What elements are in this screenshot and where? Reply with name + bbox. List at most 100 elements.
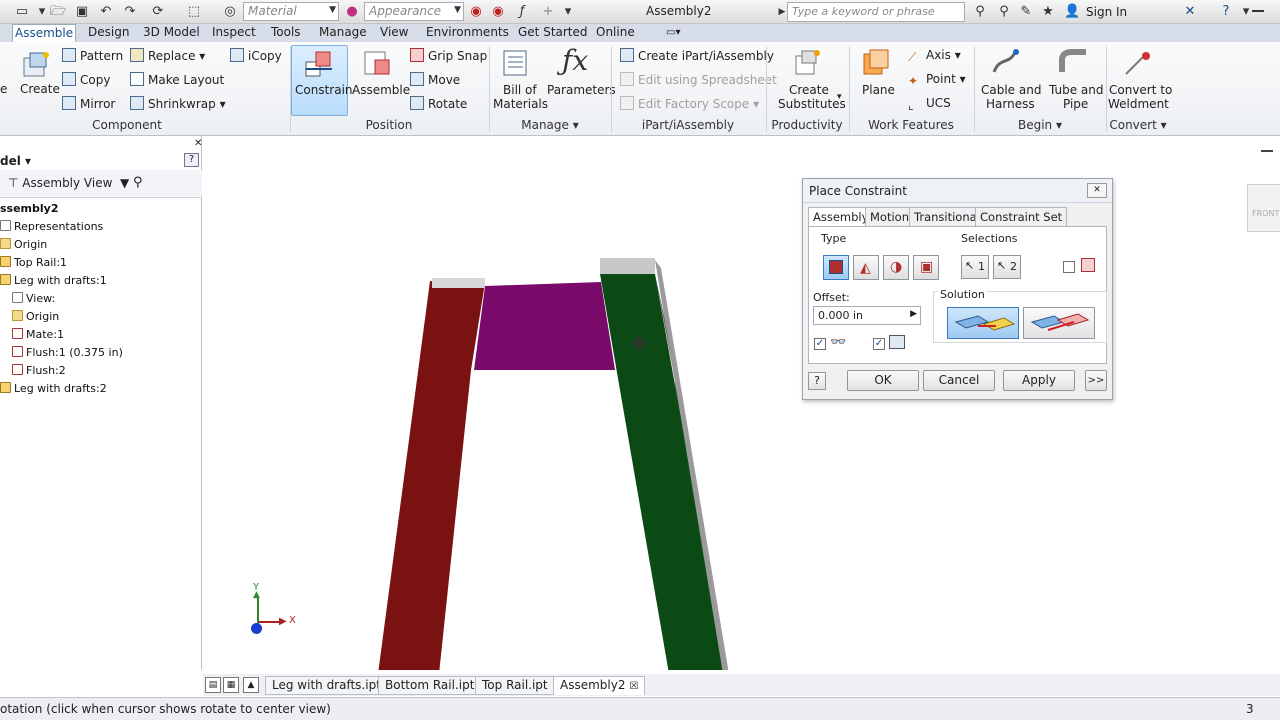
grip-snap-button[interactable]: Grip Snap bbox=[410, 48, 487, 63]
close-icon[interactable]: ✕ bbox=[1087, 183, 1107, 198]
cable-line2[interactable]: Harness bbox=[986, 97, 1035, 111]
close-icon[interactable]: ✕ bbox=[194, 138, 202, 149]
fx-icon[interactable]: ƒ bbox=[514, 4, 530, 20]
select-icon[interactable]: ⬚ bbox=[186, 4, 202, 20]
viewcube[interactable]: FRONT bbox=[1247, 184, 1280, 232]
cable-line1[interactable]: Cable and bbox=[981, 83, 1041, 97]
tab-manage[interactable]: Manage bbox=[317, 24, 369, 42]
new-file-icon[interactable]: ▭ bbox=[14, 4, 30, 20]
assemble-icon[interactable] bbox=[361, 48, 393, 78]
productivity-line2[interactable]: Substitutes bbox=[778, 97, 846, 111]
tree-item[interactable]: Top Rail:1 bbox=[0, 256, 67, 269]
close-icon[interactable]: ☒ bbox=[629, 681, 638, 692]
more-button[interactable]: >> bbox=[1085, 370, 1107, 391]
search-input[interactable]: Type a keyword or phrase bbox=[787, 2, 965, 22]
close-x-icon[interactable]: ✕ bbox=[1182, 4, 1198, 20]
left-leg[interactable] bbox=[378, 281, 485, 670]
predict-offset-checkbox[interactable]: ✓ bbox=[873, 338, 885, 350]
material-combo[interactable]: Material ▼ bbox=[243, 2, 339, 21]
undo-icon[interactable]: ↶ bbox=[98, 4, 114, 20]
dialog-titlebar[interactable]: Place Constraint ✕ bbox=[803, 179, 1112, 203]
create-component-icon[interactable] bbox=[20, 50, 52, 80]
shrinkwrap-button[interactable]: Shrinkwrap ▾ bbox=[130, 96, 226, 111]
productivity-line1[interactable]: Create bbox=[789, 83, 829, 97]
selection-1-button[interactable]: ↖ 1 bbox=[961, 255, 989, 279]
chevron-right-icon[interactable]: ▶ bbox=[910, 309, 917, 319]
doc-tab-bottom-rail[interactable]: Bottom Rail.ipt bbox=[378, 676, 482, 695]
tree-item[interactable]: View: bbox=[12, 292, 55, 305]
mate-type-button[interactable] bbox=[823, 255, 849, 280]
ok-button[interactable]: OK bbox=[847, 370, 919, 391]
save-icon[interactable]: ▣ bbox=[74, 4, 90, 20]
pick-part-first-checkbox[interactable] bbox=[1063, 261, 1075, 273]
plane-button[interactable]: Plane bbox=[862, 83, 895, 97]
tools-icon[interactable]: ✎ bbox=[1018, 4, 1034, 20]
open-folder-icon[interactable]: 🗁 bbox=[50, 4, 66, 20]
show-preview-checkbox[interactable]: ✓ bbox=[814, 338, 826, 350]
chevron-up-icon[interactable]: ▲ bbox=[243, 677, 259, 693]
minimize-icon[interactable] bbox=[1252, 10, 1264, 12]
tube-line1[interactable]: Tube and bbox=[1049, 83, 1104, 97]
doc-tab-leg[interactable]: Leg with drafts.ipt bbox=[265, 676, 388, 695]
bill-of-materials-icon[interactable] bbox=[501, 48, 533, 78]
create-ipart-button[interactable]: Create iPart/iAssembly bbox=[620, 48, 774, 63]
make-layout-button[interactable]: Make Layout bbox=[130, 72, 224, 87]
point-button[interactable]: ✦ Point ▾ bbox=[908, 72, 966, 89]
tab-get-started[interactable]: Get Started bbox=[516, 24, 590, 42]
rotate-button[interactable]: Rotate bbox=[410, 96, 467, 111]
minimize-icon[interactable] bbox=[1261, 150, 1273, 152]
browser-title[interactable]: del ▾ bbox=[0, 154, 31, 168]
group-label-convert[interactable]: Convert ▾ bbox=[1108, 118, 1168, 132]
tab-3d-model[interactable]: 3D Model bbox=[141, 24, 202, 42]
bom-line1[interactable]: Bill of bbox=[503, 83, 537, 97]
help-icon[interactable]: ? bbox=[1218, 4, 1234, 20]
tree-item[interactable]: Origin bbox=[0, 238, 47, 251]
customize-icon[interactable]: ▾ bbox=[560, 4, 576, 20]
star-icon[interactable]: ★ bbox=[1040, 4, 1056, 20]
tab-environments[interactable]: Environments bbox=[424, 24, 511, 42]
mirror-button[interactable]: Mirror bbox=[62, 96, 115, 111]
tab-assemble[interactable]: Assemble bbox=[12, 24, 77, 42]
cable-harness-icon[interactable] bbox=[990, 46, 1022, 76]
graphics-viewport[interactable]: ✥ ▲ Y ▶ X FRONT bbox=[203, 136, 1280, 670]
appearance-combo[interactable]: Appearance ▼ bbox=[364, 2, 464, 21]
tab-online[interactable]: Online bbox=[594, 24, 637, 42]
plane-icon[interactable] bbox=[860, 48, 892, 78]
ribbon-options-icon[interactable]: ▭▾ bbox=[664, 24, 682, 42]
axis-button[interactable]: ⟋ Axis ▾ bbox=[908, 48, 961, 65]
cascade-windows-icon[interactable]: ▦ bbox=[223, 677, 239, 693]
tab-design[interactable]: Design bbox=[86, 24, 131, 42]
place-button-partial[interactable]: e bbox=[0, 82, 7, 96]
model-canvas[interactable] bbox=[203, 136, 1280, 670]
mate-solution-button[interactable] bbox=[947, 307, 1019, 339]
help-icon[interactable]: ? bbox=[808, 372, 826, 390]
tangent-type-button[interactable]: ◑ bbox=[883, 255, 909, 280]
right-leg[interactable] bbox=[600, 274, 727, 670]
tab-inspect[interactable]: Inspect bbox=[210, 24, 258, 42]
tab-view[interactable]: View bbox=[378, 24, 410, 42]
edit-spreadsheet-button[interactable]: Edit using Spreadsheet bbox=[620, 72, 777, 87]
help-icon[interactable]: ? bbox=[184, 153, 199, 167]
sign-in-link[interactable]: Sign In bbox=[1086, 5, 1127, 19]
group-label-begin[interactable]: Begin ▾ bbox=[976, 118, 1104, 132]
tile-windows-icon[interactable]: ▤ bbox=[205, 677, 221, 693]
view-mode-dropdown[interactable]: ⊤ Assembly View ▼ bbox=[8, 176, 129, 190]
tab-tools[interactable]: Tools bbox=[269, 24, 303, 42]
parameters-button[interactable]: Parameters bbox=[547, 83, 616, 97]
chevron-down-icon[interactable]: ▾ bbox=[1238, 4, 1254, 20]
tree-item[interactable]: Flush:2 bbox=[12, 364, 66, 377]
tree-item[interactable]: Representations bbox=[0, 220, 103, 233]
doc-tab-top-rail[interactable]: Top Rail.ipt bbox=[475, 676, 555, 695]
tree-root[interactable]: ssembly2 bbox=[0, 202, 59, 215]
tab-motion[interactable]: Motion bbox=[865, 207, 914, 227]
cancel-button[interactable]: Cancel bbox=[923, 370, 995, 391]
group-label-manage[interactable]: Manage ▾ bbox=[490, 118, 610, 132]
color-wheel-icon[interactable]: ◎ bbox=[222, 4, 238, 20]
tube-line2[interactable]: Pipe bbox=[1063, 97, 1088, 111]
tab-assembly[interactable]: Assembly bbox=[808, 207, 874, 227]
top-rail[interactable] bbox=[474, 282, 615, 370]
doc-tab-assembly2[interactable]: Assembly2 ☒ bbox=[553, 676, 646, 695]
flush-solution-button[interactable] bbox=[1023, 307, 1095, 339]
user-icon[interactable]: 👤 bbox=[1064, 4, 1080, 20]
pattern-button[interactable]: Pattern bbox=[62, 48, 123, 63]
